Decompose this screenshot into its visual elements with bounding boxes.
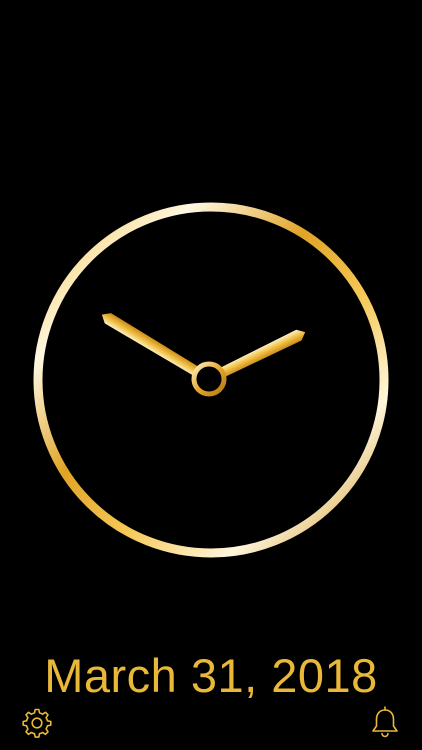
date-label: March 31, 2018 — [44, 649, 378, 702]
bell-icon — [372, 706, 398, 738]
settings-button[interactable] — [20, 706, 54, 740]
analog-clock — [33, 202, 389, 558]
alarm-button[interactable] — [368, 704, 402, 740]
gear-icon — [22, 708, 52, 738]
